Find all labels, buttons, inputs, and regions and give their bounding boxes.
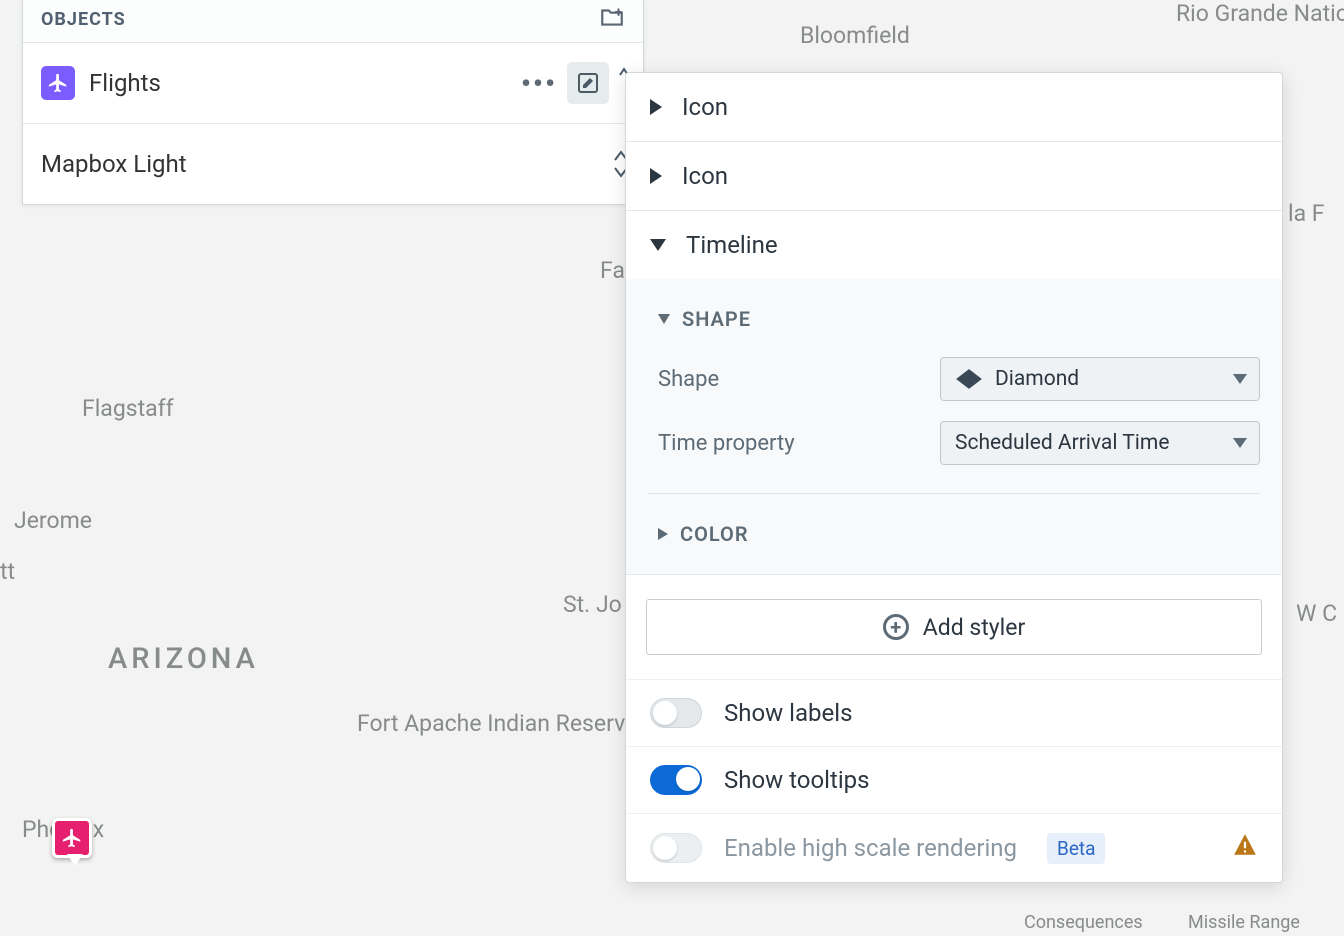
field-label: Time property (658, 431, 795, 456)
map-label: Fa (600, 257, 625, 284)
show-tooltips-row: Show tooltips (626, 746, 1282, 813)
caret-right-icon (650, 168, 662, 184)
shape-row: Shape Diamond (648, 347, 1260, 411)
chevron-down-icon (1233, 374, 1247, 384)
section-label: Timeline (686, 231, 778, 259)
layers-panel-header: OBJECTS (23, 0, 643, 43)
subsection-label: SHAPE (682, 307, 751, 331)
caret-down-icon (658, 314, 670, 324)
style-settings-panel: Icon Icon Timeline SHAPE Shape Diamond T… (625, 72, 1283, 883)
map-label: Bloomfield (800, 22, 910, 49)
map-marker-flights[interactable] (52, 818, 92, 858)
select-value: Scheduled Arrival Time (955, 431, 1169, 455)
toggle-label: Show labels (724, 699, 852, 727)
shape-subsection-header[interactable]: SHAPE (648, 279, 1260, 347)
section-label: Icon (682, 93, 728, 121)
add-styler-button[interactable]: + Add styler (646, 599, 1262, 655)
more-icon[interactable]: ••• (521, 67, 557, 100)
layer-label: Flights (89, 69, 161, 97)
airplane-icon (41, 66, 75, 100)
layers-panel: OBJECTS Flights ••• Mapbox Light (22, 0, 644, 205)
layer-label: Mapbox Light (41, 150, 187, 178)
layer-flights[interactable]: Flights ••• (23, 43, 643, 124)
map-label: W C (1296, 600, 1337, 627)
caret-right-icon (650, 99, 662, 115)
edit-style-button[interactable] (567, 62, 609, 104)
map-label: Flagstaff (82, 395, 174, 422)
map-label: tt (0, 558, 15, 585)
toggle-label: Show tooltips (724, 766, 870, 794)
map-label: Jerome (14, 507, 92, 534)
select-value: Diamond (995, 367, 1079, 391)
warning-icon[interactable] (1232, 832, 1258, 864)
show-labels-toggle[interactable] (650, 698, 702, 728)
section-timeline[interactable]: Timeline (626, 211, 1282, 279)
high-scale-row: Enable high scale rendering Beta (626, 813, 1282, 882)
high-scale-toggle[interactable] (650, 833, 702, 863)
caret-right-icon (658, 528, 668, 540)
show-labels-row: Show labels (626, 679, 1282, 746)
layers-panel-title: OBJECTS (41, 9, 126, 30)
map-label: la F (1288, 200, 1325, 227)
plus-circle-icon: + (883, 614, 909, 640)
chevron-down-icon (1233, 438, 1247, 448)
map-label: Rio Grande National M (1176, 0, 1344, 27)
field-label: Shape (658, 367, 719, 392)
show-tooltips-toggle[interactable] (650, 765, 702, 795)
color-subsection-header[interactable]: COLOR (648, 494, 1260, 546)
diamond-icon (951, 372, 987, 386)
toggle-label: Enable high scale rendering (724, 834, 1017, 862)
map-label: Consequences (1024, 912, 1143, 933)
subsection-label: COLOR (680, 522, 749, 546)
section-label: Icon (682, 162, 728, 190)
time-property-row: Time property Scheduled Arrival Time (648, 411, 1260, 475)
layer-mapbox-light[interactable]: Mapbox Light (23, 124, 643, 204)
map-label: Missile Range (1188, 912, 1300, 933)
section-icon-1[interactable]: Icon (626, 73, 1282, 142)
shape-select[interactable]: Diamond (940, 357, 1260, 401)
beta-badge: Beta (1047, 833, 1105, 864)
airplane-icon (61, 827, 83, 849)
timeline-body: SHAPE Shape Diamond Time property Schedu… (626, 279, 1282, 575)
section-icon-2[interactable]: Icon (626, 142, 1282, 211)
time-property-select[interactable]: Scheduled Arrival Time (940, 421, 1260, 465)
map-label: ARIZONA (108, 642, 259, 676)
button-label: Add styler (923, 614, 1026, 641)
new-folder-icon[interactable] (599, 6, 625, 32)
caret-down-icon (650, 239, 666, 251)
map-label: St. Jo (563, 591, 622, 618)
